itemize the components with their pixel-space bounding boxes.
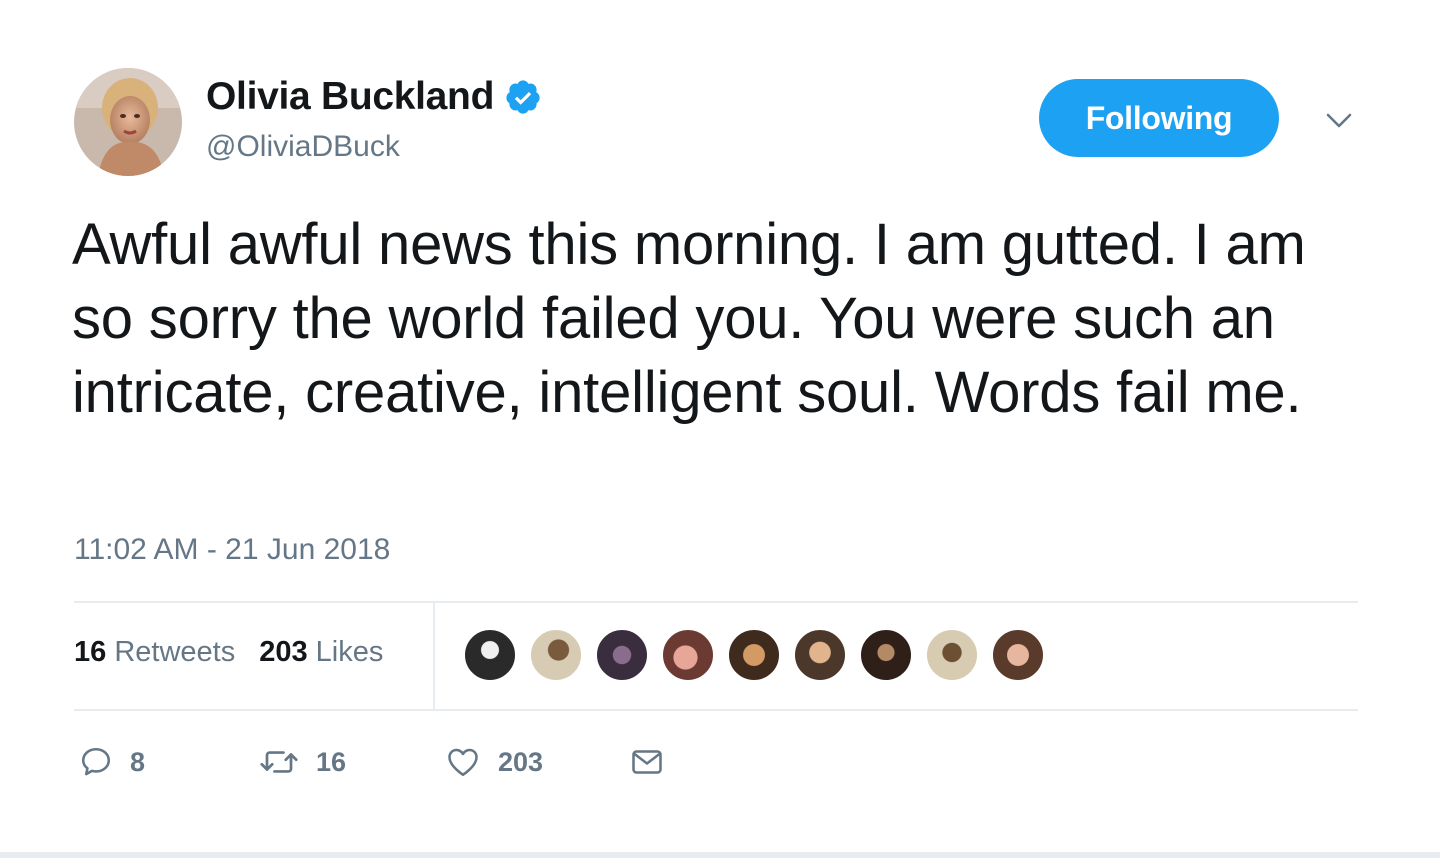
like-count: 203 — [498, 746, 544, 777]
retweets-stat[interactable]: 16 Retweets — [74, 636, 235, 669]
tweet-text: Awful awful news this morning. I am gutt… — [72, 212, 1306, 425]
tweet-stats: 16 Retweets 203 Likes — [74, 636, 383, 669]
stats-separator — [433, 603, 435, 709]
author-handle[interactable]: @OliviaDBuck — [206, 130, 400, 164]
like-action[interactable]: 203 — [444, 740, 543, 784]
liker-avatar[interactable] — [859, 628, 913, 682]
liker-avatar[interactable] — [727, 628, 781, 682]
retweets-count: 16 — [74, 636, 107, 668]
direct-message-action[interactable] — [628, 740, 666, 784]
retweet-icon — [260, 751, 298, 773]
liker-avatar[interactable] — [529, 628, 583, 682]
liker-avatar[interactable] — [595, 628, 649, 682]
divider — [74, 709, 1358, 711]
reply-action[interactable]: 8 — [78, 740, 145, 784]
likes-count: 203 — [259, 636, 308, 668]
reply-icon — [81, 747, 111, 776]
likes-stat[interactable]: 203 Likes — [259, 636, 383, 669]
tweet-timestamp[interactable]: 11:02 AM - 21 Jun 2018 — [74, 533, 390, 567]
author-name-row: Olivia Buckland — [206, 74, 542, 120]
retweet-action[interactable]: 16 — [258, 740, 346, 784]
retweet-count: 16 — [316, 746, 347, 777]
verified-badge-icon — [506, 80, 540, 114]
card-bottom-edge — [0, 852, 1440, 858]
tweet-card: Olivia Buckland @OliviaDBuck Following A… — [0, 0, 1440, 858]
envelope-icon — [632, 750, 662, 774]
reply-count: 8 — [130, 746, 146, 777]
following-button[interactable]: Following — [1039, 79, 1279, 157]
liker-avatar[interactable] — [925, 628, 979, 682]
liker-avatar[interactable] — [793, 628, 847, 682]
author-avatar[interactable] — [74, 68, 182, 176]
liker-avatars — [463, 628, 1045, 682]
liker-avatar[interactable] — [463, 628, 517, 682]
likes-label: Likes — [315, 636, 384, 668]
heart-icon — [448, 748, 478, 777]
divider — [74, 601, 1358, 603]
chevron-down-icon[interactable] — [1325, 108, 1353, 132]
liker-avatar[interactable] — [991, 628, 1045, 682]
retweets-label: Retweets — [114, 636, 236, 668]
liker-avatar[interactable] — [661, 628, 715, 682]
author-display-name[interactable]: Olivia Buckland — [206, 75, 494, 119]
